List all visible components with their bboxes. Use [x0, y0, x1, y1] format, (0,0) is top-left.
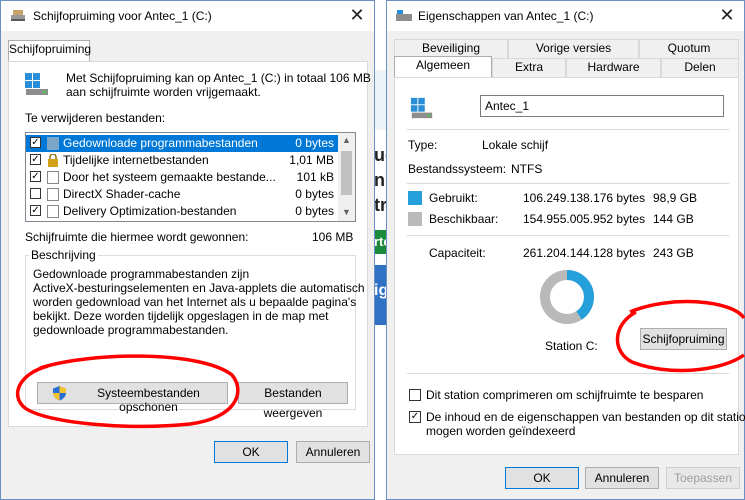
- annotation-overlay: [15, 299, 745, 429]
- annotation-circle-left: [15, 354, 240, 429]
- annotation-circle-right: [615, 299, 745, 373]
